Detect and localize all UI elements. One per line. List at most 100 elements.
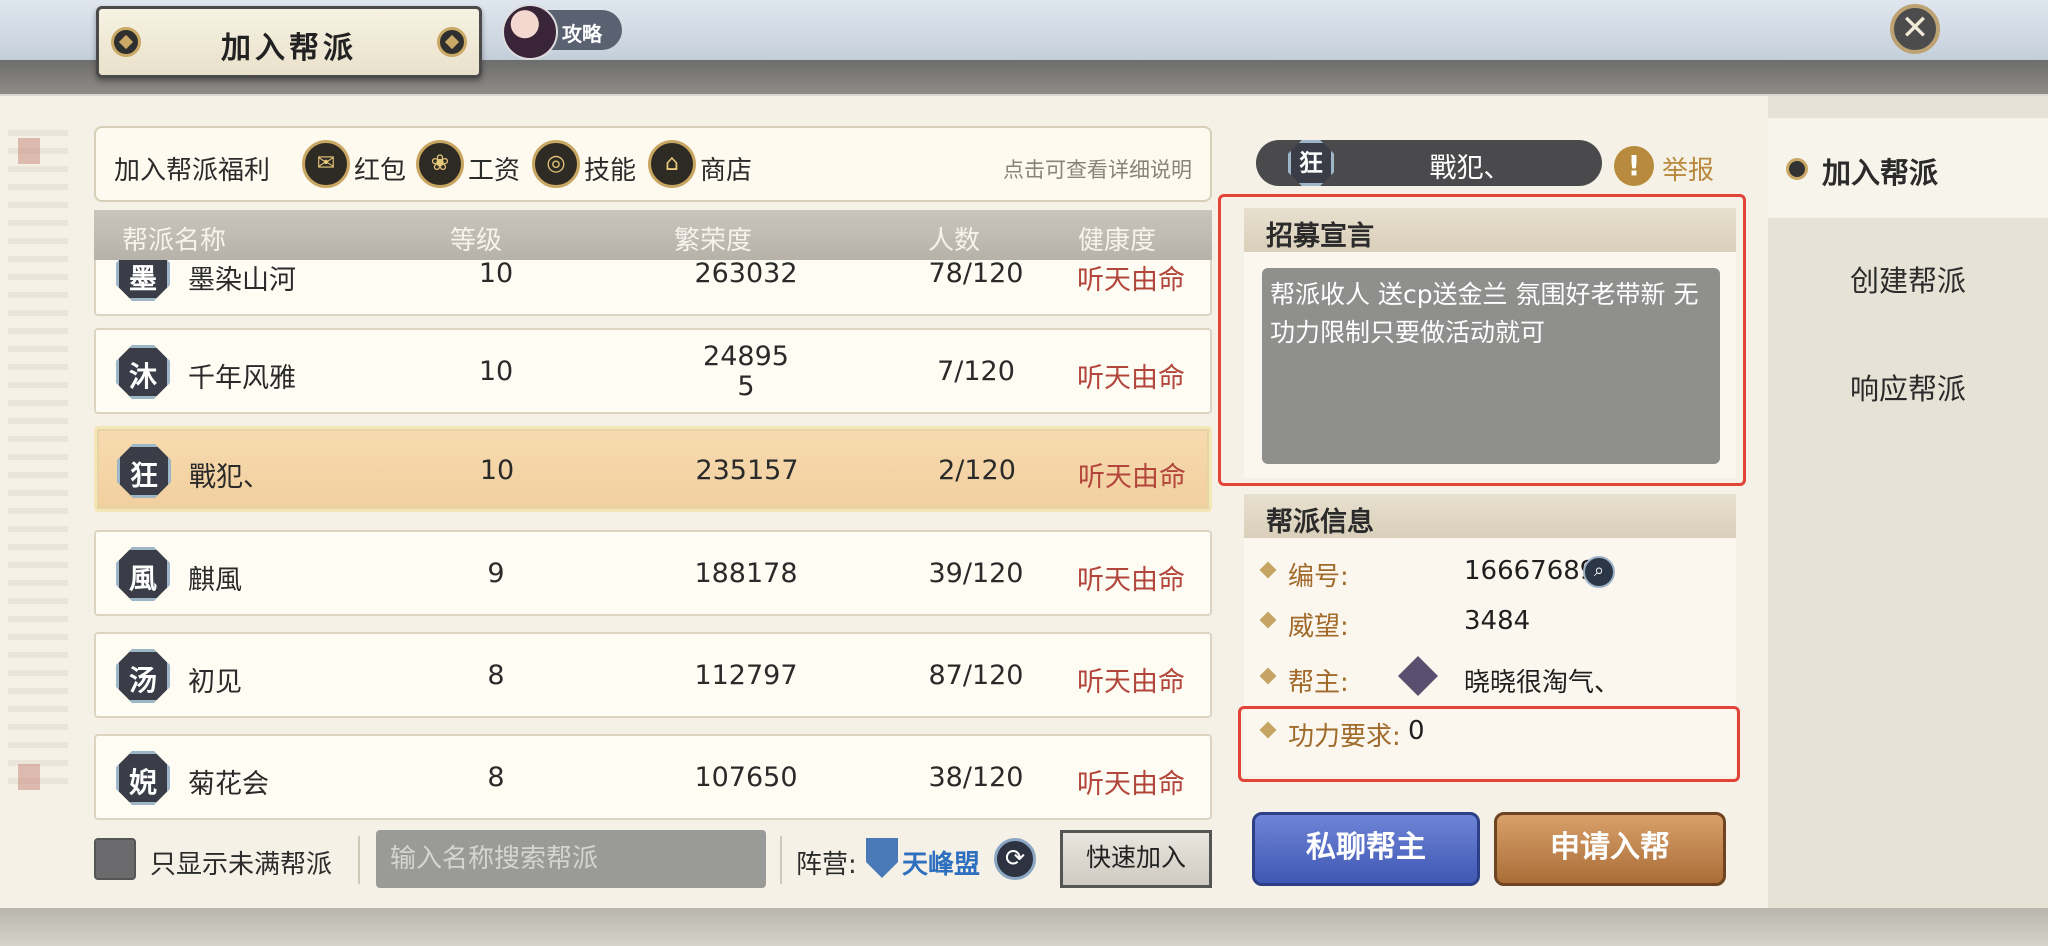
guild-row-selected[interactable]: 狂 戰犯、 10 235157 2/120 听天由命 xyxy=(94,426,1212,512)
shop-icon: ⌂ xyxy=(648,140,696,188)
tab-join-guild[interactable]: 加入帮派 xyxy=(1768,118,2048,218)
tab-respond-guild[interactable]: 响应帮派 xyxy=(1768,334,2048,434)
report-icon[interactable]: ! xyxy=(1614,146,1654,186)
seal-stamp-decoration xyxy=(18,138,40,164)
benefit-label: 商店 xyxy=(700,156,753,186)
guild-list-header: 帮派名称 等级 繁荣度 人数 健康度 xyxy=(94,210,1212,260)
guild-name: 墨染山河 xyxy=(188,265,296,296)
guild-emblem-icon: 婗 xyxy=(116,751,170,805)
benefits-label: 加入帮派福利 xyxy=(114,156,271,186)
guild-members: 7/120 xyxy=(937,356,1015,387)
column-header-prosperity: 繁荣度 xyxy=(674,226,753,256)
guild-level: 10 xyxy=(478,260,514,289)
guild-prosperity: 112797 xyxy=(694,660,798,691)
page-title: 加入帮派 xyxy=(221,31,357,66)
diamond-bullet-icon xyxy=(1259,611,1277,629)
report-link[interactable]: 举报 xyxy=(1662,150,1714,187)
tab-label: 创建帮派 xyxy=(1849,264,1966,298)
guild-prosperity: 235157 xyxy=(695,455,799,486)
camp-name[interactable]: 天峰盟 xyxy=(902,844,980,881)
guild-level: 9 xyxy=(487,558,505,589)
column-header-health: 健康度 xyxy=(1078,226,1157,256)
highlight-box xyxy=(1238,706,1740,782)
highlight-box xyxy=(1218,194,1746,486)
guild-emblem-icon: 風 xyxy=(116,547,170,601)
tab-label: 响应帮派 xyxy=(1849,372,1966,406)
column-header-name: 帮派名称 xyxy=(122,226,227,256)
selected-guild-emblem-icon: 狂 xyxy=(1288,140,1334,186)
guild-level: 8 xyxy=(487,660,505,691)
guild-level: 10 xyxy=(479,455,515,486)
close-icon: ✕ xyxy=(1900,8,1930,48)
divider xyxy=(780,836,782,884)
guild-prosperity: 107650 xyxy=(694,762,798,793)
guild-name: 麒風 xyxy=(188,565,242,596)
guild-health: 听天由命 xyxy=(1077,667,1185,698)
benefit-label: 技能 xyxy=(584,156,637,186)
guild-members: 38/120 xyxy=(928,762,1024,793)
money-bag-icon: ❀ xyxy=(416,140,464,188)
quick-join-button[interactable]: 快速加入 xyxy=(1060,830,1212,888)
calligraphy-decoration xyxy=(8,130,68,790)
guild-row[interactable]: 墨 墨染山河 10 263032 78/120 听天由命 xyxy=(94,260,1212,316)
camp-label: 阵营: xyxy=(796,850,857,880)
close-button[interactable]: ✕ xyxy=(1890,4,1940,54)
only-not-full-label: 只显示未满帮派 xyxy=(150,850,333,880)
info-header: 帮派信息 xyxy=(1244,494,1736,538)
benefit-label: 红包 xyxy=(354,156,407,186)
guild-level: 10 xyxy=(478,356,514,387)
guild-members: 39/120 xyxy=(928,558,1024,589)
only-not-full-checkbox[interactable] xyxy=(94,838,136,880)
apply-join-button[interactable]: 申请入帮 xyxy=(1494,812,1726,886)
guild-name: 千年风雅 xyxy=(188,363,296,394)
tab-create-guild[interactable]: 创建帮派 xyxy=(1768,226,2048,326)
side-tabs: 加入帮派 创建帮派 响应帮派 xyxy=(1768,96,2048,908)
refresh-icon[interactable]: ⟳ xyxy=(994,838,1036,880)
knot-ornament-icon xyxy=(437,27,467,57)
guild-health: 听天由命 xyxy=(1077,265,1185,296)
guild-emblem-icon: 汤 xyxy=(116,649,170,703)
search-icon[interactable]: ⌕ xyxy=(1583,556,1615,588)
diamond-bullet-icon xyxy=(1259,561,1277,579)
guild-emblem-icon: 墨 xyxy=(116,260,170,301)
guild-row[interactable]: 婗 菊花会 8 107650 38/120 听天由命 xyxy=(94,734,1212,820)
guild-row[interactable]: 沐 千年风雅 10 24895 5 7/120 听天由命 xyxy=(94,328,1212,414)
benefits-bar[interactable]: 加入帮派福利 ✉ 红包 ❀ 工资 ◎ 技能 ⌂ 商店 点击可查看详细说明 xyxy=(94,126,1212,202)
info-label: 威望: xyxy=(1288,612,1349,642)
column-header-level: 等级 xyxy=(450,226,503,256)
character-avatar-icon xyxy=(502,4,558,60)
guild-prosperity: 188178 xyxy=(694,558,798,589)
guild-list[interactable]: 墨 墨染山河 10 263032 78/120 听天由命 沐 千年风雅 10 2… xyxy=(94,260,1212,826)
guild-name: 初见 xyxy=(188,667,242,698)
guild-prosperity: 263032 xyxy=(694,260,798,289)
guild-row[interactable]: 風 麒風 9 188178 39/120 听天由命 xyxy=(94,530,1212,616)
info-title: 帮派信息 xyxy=(1266,507,1374,538)
guild-prosperity: 24895 5 xyxy=(703,341,789,402)
guild-search-input[interactable] xyxy=(376,830,766,888)
column-header-members: 人数 xyxy=(928,226,981,256)
red-envelope-icon: ✉ xyxy=(302,140,350,188)
info-value: 3484 xyxy=(1464,606,1531,636)
divider xyxy=(358,836,360,884)
chat-leader-button[interactable]: 私聊帮主 xyxy=(1252,812,1480,886)
title-tab: 加入帮派 xyxy=(96,6,482,78)
guild-health: 听天由命 xyxy=(1078,462,1186,493)
info-value: 16667689 xyxy=(1464,556,1597,586)
guild-name: 菊花会 xyxy=(188,769,269,800)
guild-members: 87/120 xyxy=(928,660,1024,691)
guild-level: 8 xyxy=(487,762,505,793)
guild-members: 78/120 xyxy=(928,260,1024,289)
guild-members: 2/120 xyxy=(938,455,1016,486)
guild-emblem-icon: 狂 xyxy=(117,444,171,498)
guild-health: 听天由命 xyxy=(1077,565,1185,596)
bottom-strip xyxy=(0,908,2048,946)
guide-label: 攻略 xyxy=(562,22,602,46)
benefit-label: 工资 xyxy=(468,156,521,186)
seal-stamp-decoration xyxy=(18,764,40,790)
guild-emblem-icon: 沐 xyxy=(116,345,170,399)
guild-row[interactable]: 汤 初见 8 112797 87/120 听天由命 xyxy=(94,632,1212,718)
info-label: 帮主: xyxy=(1288,668,1349,698)
guide-button[interactable]: 攻略 xyxy=(502,4,622,60)
guild-health: 听天由命 xyxy=(1077,363,1185,394)
leader-name[interactable]: 晓晓很淘气、 xyxy=(1464,662,1620,699)
